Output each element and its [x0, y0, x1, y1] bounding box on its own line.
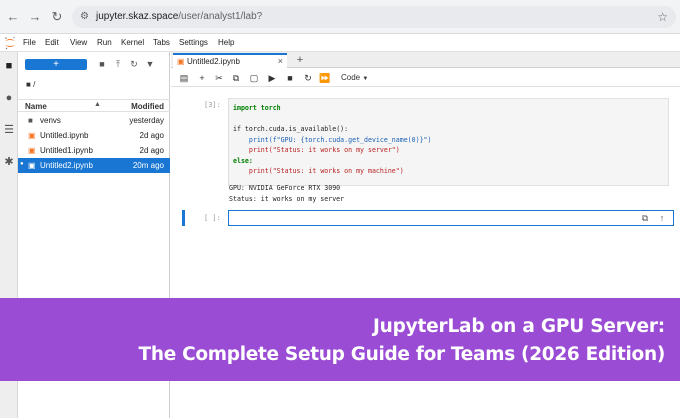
- output-line: Status: it works on my server: [229, 194, 345, 203]
- code-line: print("Status: it works on my machine"): [233, 167, 404, 175]
- file-row-untitled[interactable]: ▣ Untitled.ipynb 2d ago: [18, 128, 170, 143]
- url-host: jupyter.skaz.space: [96, 11, 179, 22]
- fast-forward-icon[interactable]: ⏩: [319, 72, 331, 84]
- file-row-untitled2[interactable]: ● ▣ Untitled2.ipynb 20m ago: [18, 158, 170, 173]
- tab-label: Untitled2.ipynb: [187, 57, 240, 66]
- file-name: Untitled1.ipynb: [40, 146, 93, 155]
- address-bar[interactable]: ⚙ jupyter.skaz.space/user/analyst1/lab? …: [72, 6, 676, 28]
- filter-icon[interactable]: ▼: [144, 58, 156, 70]
- upload-icon[interactable]: ⤒: [112, 58, 124, 70]
- cell-output: GPU: NVIDIA GeForce RTX 3090 Status: it …: [229, 183, 344, 204]
- menu-help[interactable]: Help: [218, 38, 234, 47]
- code-cell-input[interactable]: import torch if torch.cuda.is_available(…: [228, 98, 669, 186]
- column-name-header[interactable]: Name: [25, 102, 47, 111]
- folder-icon[interactable]: ■: [3, 60, 15, 72]
- file-name: Untitled.ipynb: [40, 131, 89, 140]
- code-line: else:: [233, 156, 253, 165]
- menu-view[interactable]: View: [70, 38, 87, 47]
- stop-icon[interactable]: ■: [284, 72, 296, 84]
- chevron-down-icon: ▼: [362, 76, 369, 82]
- file-modified: yesterday: [129, 116, 164, 125]
- add-tab-icon[interactable]: +: [293, 53, 307, 67]
- cell-prompt: [3]:: [204, 101, 221, 109]
- menu-run[interactable]: Run: [97, 38, 112, 47]
- duplicate-cell-icon[interactable]: ⧉: [639, 212, 651, 224]
- column-modified-header[interactable]: Modified: [131, 102, 164, 111]
- title-banner: JupyterLab on a GPU Server: The Complete…: [0, 298, 680, 381]
- code-line: if torch.cuda.is_available():: [233, 125, 349, 133]
- folder-icon: ■: [26, 80, 31, 89]
- site-info-icon[interactable]: ⚙: [80, 11, 92, 23]
- jupyter-logo-icon: [5, 36, 15, 50]
- restart-icon[interactable]: ↻: [302, 72, 314, 84]
- file-name: Untitled2.ipynb: [40, 161, 93, 170]
- file-row-venvs[interactable]: ■ venvs yesterday: [18, 113, 170, 128]
- menu-settings[interactable]: Settings: [179, 38, 208, 47]
- refresh-icon[interactable]: ↻: [128, 58, 140, 70]
- tab-untitled2[interactable]: ▣ Untitled2.ipynb ×: [173, 53, 287, 68]
- file-row-untitled1[interactable]: ▣ Untitled1.ipynb 2d ago: [18, 143, 170, 158]
- cell-prompt: [ ]:: [204, 214, 221, 222]
- forward-icon[interactable]: →: [28, 10, 42, 24]
- file-list-header: Name ▲ Modified: [18, 99, 170, 112]
- new-folder-icon[interactable]: ■: [96, 58, 108, 70]
- tab-bar: ▣ Untitled2.ipynb × +: [171, 52, 680, 68]
- running-indicator-icon: ●: [20, 161, 24, 167]
- run-icon[interactable]: ▶: [266, 72, 278, 84]
- browser-toolbar: ← → ↻ ⚙ jupyter.skaz.space/user/analyst1…: [0, 0, 680, 34]
- output-line: GPU: NVIDIA GeForce RTX 3090: [229, 184, 341, 192]
- cell-type-value: Code: [341, 73, 361, 82]
- breadcrumb-path: /: [33, 80, 36, 89]
- notebook-icon: ▣: [28, 161, 36, 170]
- active-cell-indicator: [182, 210, 185, 226]
- table-of-contents-icon[interactable]: ☰: [3, 124, 15, 136]
- menu-edit[interactable]: Edit: [45, 38, 59, 47]
- code-line: import torch: [233, 104, 281, 112]
- copy-icon[interactable]: ⧉: [230, 72, 242, 84]
- bookmark-star-icon[interactable]: ☆: [657, 10, 668, 24]
- save-icon[interactable]: ▤: [178, 72, 190, 84]
- url-path: /user/analyst1/lab?: [178, 11, 263, 22]
- file-name: venvs: [40, 116, 61, 125]
- back-icon[interactable]: ←: [6, 10, 20, 24]
- running-sessions-icon[interactable]: ●: [3, 92, 15, 104]
- sort-ascending-icon[interactable]: ▲: [94, 101, 101, 108]
- move-up-icon[interactable]: ↑: [656, 212, 668, 224]
- code-line: print("Status: it works on my server"): [233, 146, 400, 154]
- url-text: jupyter.skaz.space/user/analyst1/lab?: [96, 11, 262, 22]
- file-modified: 2d ago: [139, 131, 164, 140]
- paste-icon[interactable]: ▢: [248, 72, 260, 84]
- notebook-icon: ▣: [28, 146, 36, 155]
- code-content: import torch if torch.cuda.is_available(…: [233, 103, 432, 177]
- notebook-icon: ▣: [177, 57, 185, 66]
- notebook-toolbar: ▤ + ✂ ⧉ ▢ ▶ ■ ↻ ⏩ Code ▼: [171, 69, 680, 87]
- cut-icon[interactable]: ✂: [213, 72, 225, 84]
- file-modified: 2d ago: [139, 146, 164, 155]
- cell-type-select[interactable]: Code ▼: [341, 73, 368, 82]
- insert-cell-icon[interactable]: +: [196, 72, 208, 84]
- notebook-icon: ▣: [28, 131, 36, 140]
- file-modified: 20m ago: [132, 161, 164, 170]
- extension-puzzle-icon[interactable]: ✱: [3, 156, 15, 168]
- menu-kernel[interactable]: Kernel: [121, 38, 144, 47]
- breadcrumb[interactable]: ■ /: [26, 80, 35, 89]
- menu-bar: File Edit View Run Kernel Tabs Settings …: [0, 34, 680, 52]
- banner-title-line2: The Complete Setup Guide for Teams (2026…: [138, 344, 666, 365]
- banner-title-line1: JupyterLab on a GPU Server:: [372, 316, 665, 337]
- new-launcher-button[interactable]: +: [25, 59, 87, 70]
- menu-tabs[interactable]: Tabs: [153, 38, 170, 47]
- reload-icon[interactable]: ↻: [50, 10, 64, 24]
- code-line: print(f"GPU: {torch.cuda.get_device_name…: [233, 135, 432, 144]
- close-icon[interactable]: ×: [278, 56, 283, 66]
- folder-icon: ■: [28, 116, 33, 125]
- empty-code-cell[interactable]: ⧉ ↑: [228, 210, 674, 226]
- menu-file[interactable]: File: [23, 38, 36, 47]
